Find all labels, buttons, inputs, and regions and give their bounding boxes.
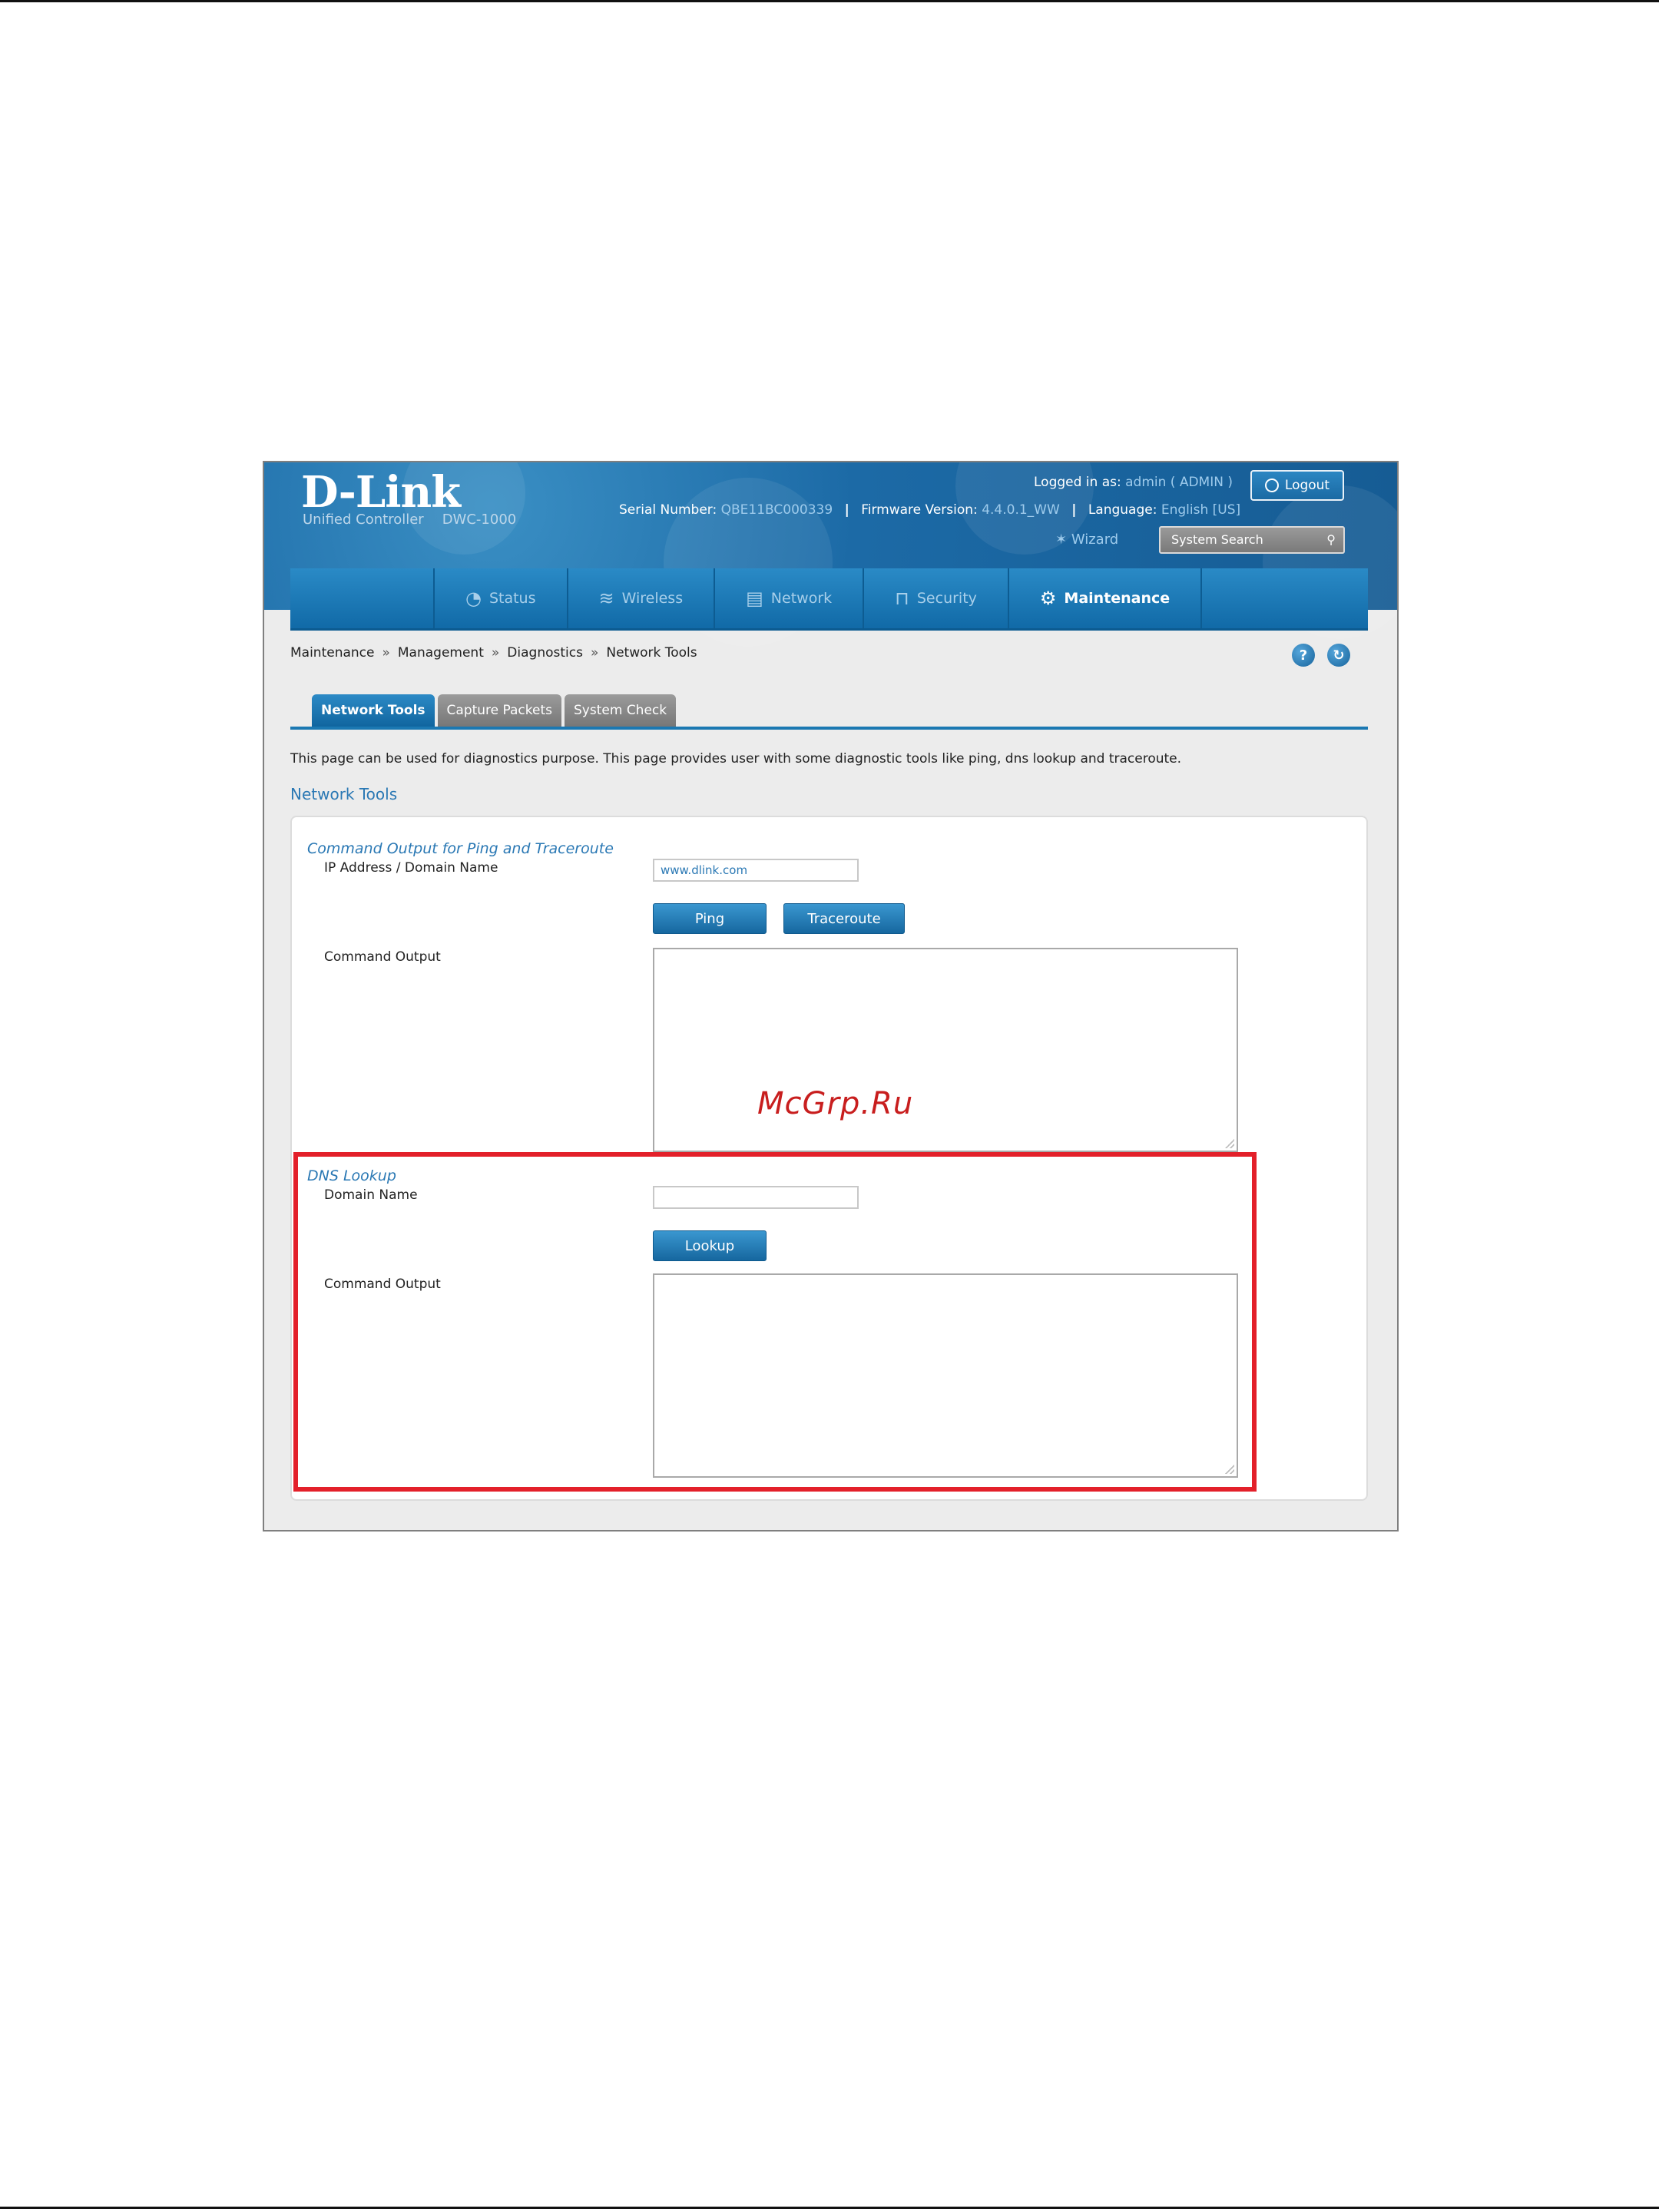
model-label: DWC-1000	[442, 512, 517, 528]
info-separator: |	[844, 502, 849, 518]
breadcrumb-arrow: »	[382, 645, 390, 661]
page-description: This page can be used for diagnostics pu…	[290, 751, 1182, 767]
logged-in-label: Logged in as:	[1034, 475, 1121, 490]
nav-label: Security	[916, 590, 977, 607]
serial-label: Serial Number:	[619, 502, 717, 518]
search-icon: ⚲	[1326, 532, 1336, 547]
ping-button[interactable]: Ping	[653, 903, 767, 934]
page-top-rule	[0, 0, 1659, 2]
nav-item-wireless[interactable]: ≋ Wireless	[568, 568, 716, 628]
nav-label: Status	[488, 590, 536, 607]
tab-bar: Network Tools Capture Packets System Che…	[312, 694, 677, 727]
dlink-logo: D-Link	[301, 467, 461, 518]
breadcrumb-item[interactable]: Diagnostics	[507, 645, 583, 661]
language-label: Language:	[1088, 502, 1157, 518]
wizard-link[interactable]: ✶ Wizard	[1055, 531, 1118, 548]
wifi-icon: ≋	[598, 588, 614, 609]
wizard-label: Wizard	[1071, 531, 1119, 548]
traceroute-button[interactable]: Traceroute	[783, 903, 905, 934]
logged-in-user: admin ( ADMIN )	[1125, 475, 1233, 490]
breadcrumb-item: Network Tools	[606, 645, 697, 661]
logout-label: Logout	[1284, 478, 1330, 493]
power-icon	[1264, 478, 1279, 492]
main-nav: ◔ Status ≋ Wireless ▤ Network ⊓ Security…	[290, 568, 1368, 631]
watermark: McGrp.Ru	[757, 1086, 914, 1121]
nav-items: ◔ Status ≋ Wireless ▤ Network ⊓ Security…	[433, 568, 1203, 628]
language-link[interactable]: English [US]	[1161, 502, 1240, 518]
system-search-input[interactable]: System Search ⚲	[1159, 526, 1345, 554]
wand-icon: ✶	[1055, 531, 1068, 548]
breadcrumb-arrow: »	[590, 645, 599, 661]
tab-underline	[290, 727, 1368, 730]
ping-output-label: Command Output	[324, 949, 441, 965]
nav-item-security[interactable]: ⊓ Security	[864, 568, 1009, 628]
section-title: Network Tools	[290, 785, 398, 803]
serial-value: QBE11BC000339	[720, 502, 833, 518]
nav-item-status[interactable]: ◔ Status	[433, 568, 568, 628]
breadcrumb-item[interactable]: Maintenance	[290, 645, 374, 661]
logout-button[interactable]: Logout	[1250, 470, 1344, 501]
firmware-value: 4.4.0.1_WW	[982, 502, 1060, 518]
network-icon: ▤	[746, 588, 763, 609]
breadcrumb: Maintenance » Management » Diagnostics » Netwo…	[290, 645, 697, 661]
lock-icon: ⊓	[895, 588, 909, 609]
nav-label: Maintenance	[1064, 590, 1171, 607]
tab-capture-packets[interactable]: Capture Packets	[437, 694, 562, 727]
ping-output-textarea[interactable]	[653, 948, 1238, 1152]
nav-label: Network	[770, 590, 833, 607]
product-line-label: Unified Controller	[303, 512, 424, 528]
device-info: Serial Number: QBE11BC000339 | Firmware …	[619, 502, 1240, 518]
ping-group-title: Command Output for Ping and Traceroute	[307, 840, 614, 857]
help-icon[interactable]: ?	[1292, 644, 1315, 667]
nav-label: Wireless	[621, 590, 684, 607]
breadcrumb-item[interactable]: Management	[398, 645, 484, 661]
info-separator: |	[1071, 502, 1077, 518]
logged-in-info: Logged in as: admin ( ADMIN )	[1034, 475, 1233, 490]
refresh-icon[interactable]: ↻	[1327, 644, 1350, 667]
tab-network-tools[interactable]: Network Tools	[312, 694, 435, 727]
nav-item-maintenance[interactable]: ⚙ Maintenance	[1009, 568, 1203, 628]
nav-item-network[interactable]: ▤ Network	[715, 568, 865, 628]
product-line: Unified Controller DWC-1000	[303, 512, 516, 528]
tab-system-check[interactable]: System Check	[565, 694, 677, 727]
breadcrumb-arrow: »	[491, 645, 500, 661]
firmware-label: Firmware Version:	[861, 502, 978, 518]
page-bottom-rule	[0, 2207, 1659, 2209]
address-label: IP Address / Domain Name	[324, 860, 498, 876]
speedometer-icon: ◔	[465, 588, 482, 609]
address-input[interactable]: www.dlink.com	[653, 859, 859, 882]
search-placeholder: System Search	[1171, 532, 1263, 547]
resize-grip[interactable]	[1225, 1139, 1234, 1148]
dns-lookup-highlight-box	[293, 1152, 1257, 1492]
gears-icon: ⚙	[1039, 588, 1057, 609]
